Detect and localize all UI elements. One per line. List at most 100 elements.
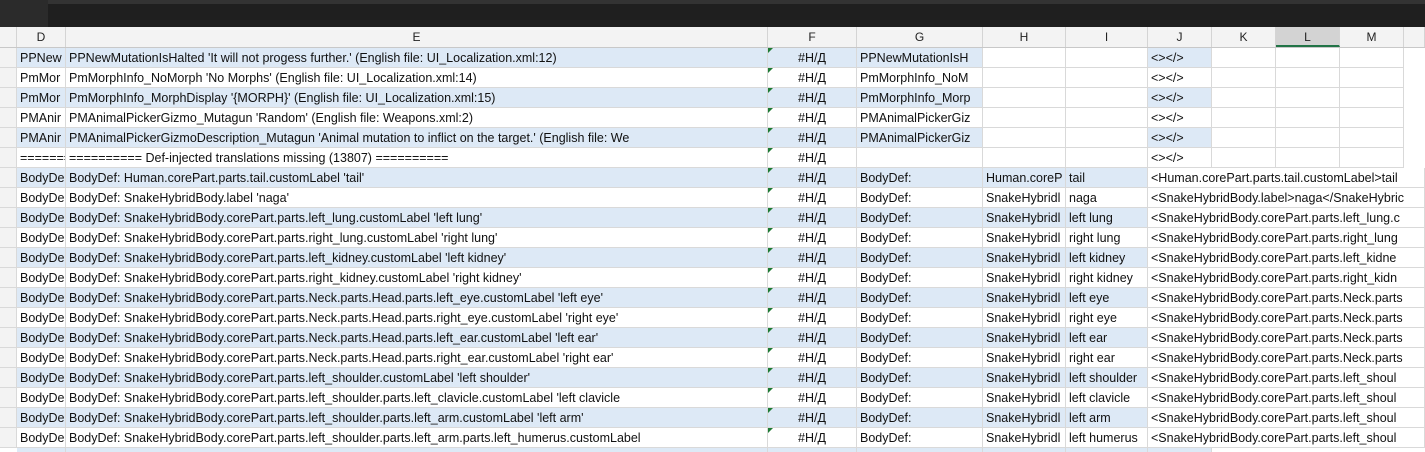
cell-i[interactable]: tail xyxy=(1066,168,1148,188)
cell-j[interactable]: <SnakeHybridBody.corePart.parts.Neck.par… xyxy=(1148,328,1425,348)
cell-g[interactable]: BodyDef: xyxy=(857,168,983,188)
cell-e[interactable]: PmMorphInfo_NoMorph 'No Morphs' (English… xyxy=(66,68,768,88)
cell-g[interactable]: BodyDef: xyxy=(857,348,983,368)
cell-i[interactable]: right lung xyxy=(1066,228,1148,248)
column-header-m[interactable]: M xyxy=(1340,27,1404,47)
row-header[interactable] xyxy=(0,48,17,68)
cell-h[interactable]: SnakeHybridl xyxy=(983,188,1066,208)
row-header[interactable] xyxy=(0,268,17,288)
row-header[interactable] xyxy=(0,228,17,248)
cell-m[interactable] xyxy=(1340,128,1404,148)
cell-g[interactable]: BodyDef: xyxy=(857,208,983,228)
cell-h[interactable] xyxy=(983,108,1066,128)
column-header-j[interactable]: J xyxy=(1148,27,1212,47)
error-indicator-icon[interactable] xyxy=(768,388,773,393)
row-header[interactable] xyxy=(0,248,17,268)
cell-f[interactable]: #Н/Д xyxy=(768,188,857,208)
cell-i[interactable]: naga xyxy=(1066,188,1148,208)
cell-h[interactable]: SnakeHybridl xyxy=(983,368,1066,388)
cell-h[interactable]: SnakeHybridl xyxy=(983,228,1066,248)
row-header[interactable] xyxy=(0,308,17,328)
cell-i[interactable]: right kidney xyxy=(1066,268,1148,288)
column-header-k[interactable]: K xyxy=(1212,27,1276,47)
cell-f[interactable]: #Н/Д xyxy=(768,268,857,288)
error-indicator-icon[interactable] xyxy=(768,268,773,273)
cell-f[interactable]: #Н/Д xyxy=(768,248,857,268)
error-indicator-icon[interactable] xyxy=(768,68,773,73)
cell-m[interactable] xyxy=(1340,148,1404,168)
cell-d[interactable]: BodyDe xyxy=(17,328,66,348)
row-header[interactable] xyxy=(0,428,17,448)
cell-j[interactable]: <SnakeHybridBody.label>naga</SnakeHybric xyxy=(1148,188,1425,208)
cell-g[interactable]: BodyDef: xyxy=(857,308,983,328)
error-indicator-icon[interactable] xyxy=(768,328,773,333)
cell-e[interactable] xyxy=(66,448,768,452)
cell-e[interactable]: PPNewMutationIsHalted 'It will not proge… xyxy=(66,48,768,68)
cell-i[interactable] xyxy=(1066,88,1148,108)
error-indicator-icon[interactable] xyxy=(768,108,773,113)
cell-i[interactable] xyxy=(1066,128,1148,148)
row-header[interactable] xyxy=(0,68,17,88)
cell-e[interactable]: BodyDef: SnakeHybridBody.corePart.parts.… xyxy=(66,268,768,288)
cell-f[interactable]: #Н/Д xyxy=(768,428,857,448)
cell-i[interactable]: left humerus xyxy=(1066,428,1148,448)
cell-d[interactable]: BodyDe xyxy=(17,348,66,368)
cell-f[interactable]: #Н/Д xyxy=(768,48,857,68)
cell-h[interactable] xyxy=(983,88,1066,108)
cell-k[interactable] xyxy=(1212,108,1276,128)
cell-g[interactable]: PmMorphInfo_Morp xyxy=(857,88,983,108)
cell-h[interactable]: SnakeHybridl xyxy=(983,288,1066,308)
error-indicator-icon[interactable] xyxy=(768,308,773,313)
row-header[interactable] xyxy=(0,388,17,408)
cell-j[interactable]: <></> xyxy=(1148,88,1212,108)
cell-l[interactable] xyxy=(1276,148,1340,168)
cell-h[interactable] xyxy=(983,448,1066,452)
error-indicator-icon[interactable] xyxy=(768,248,773,253)
cell-j[interactable]: <SnakeHybridBody.corePart.parts.left_kid… xyxy=(1148,248,1425,268)
error-indicator-icon[interactable] xyxy=(768,128,773,133)
cell-i[interactable]: left arm xyxy=(1066,408,1148,428)
error-indicator-icon[interactable] xyxy=(768,368,773,373)
cell-j[interactable]: <SnakeHybridBody.corePart.parts.left_lun… xyxy=(1148,208,1425,228)
cell-h[interactable]: SnakeHybridl xyxy=(983,328,1066,348)
cell-d[interactable]: BodyDe xyxy=(17,388,66,408)
error-indicator-icon[interactable] xyxy=(768,188,773,193)
cell-e[interactable]: BodyDef: SnakeHybridBody.corePart.parts.… xyxy=(66,288,768,308)
cell-h[interactable]: SnakeHybridl xyxy=(983,388,1066,408)
cell-e[interactable]: PMAnimalPickerGizmoDescription_Mutagun '… xyxy=(66,128,768,148)
cell-g[interactable]: PPNewMutationIsH xyxy=(857,48,983,68)
cell-l[interactable] xyxy=(1276,108,1340,128)
cell-g[interactable]: BodyDef: xyxy=(857,288,983,308)
cell-f[interactable]: #Н/Д xyxy=(768,408,857,428)
cell-g[interactable]: BodyDef: xyxy=(857,188,983,208)
column-header-g[interactable]: G xyxy=(857,27,983,47)
cell-d[interactable]: BodyDe xyxy=(17,368,66,388)
cell-i[interactable]: right ear xyxy=(1066,348,1148,368)
cell-h[interactable]: SnakeHybridl xyxy=(983,248,1066,268)
cell-i[interactable]: left eye xyxy=(1066,288,1148,308)
cell-e[interactable]: BodyDef: SnakeHybridBody.corePart.parts.… xyxy=(66,328,768,348)
cell-e[interactable]: BodyDef: SnakeHybridBody.corePart.parts.… xyxy=(66,208,768,228)
cell-i[interactable]: left ear xyxy=(1066,328,1148,348)
cell-d[interactable]: PmMor xyxy=(17,88,66,108)
cell-l[interactable] xyxy=(1276,68,1340,88)
cell-g[interactable]: BodyDef: xyxy=(857,368,983,388)
cell-j[interactable]: <SnakeHybridBody.corePart.parts.left_sho… xyxy=(1148,408,1425,428)
cell-j[interactable]: <SnakeHybridBody.corePart.parts.left_sho… xyxy=(1148,428,1425,448)
cell-d[interactable]: PPNew xyxy=(17,48,66,68)
cell-d[interactable] xyxy=(17,448,66,452)
cell-d[interactable]: BodyDe xyxy=(17,188,66,208)
cell-e[interactable]: BodyDef: SnakeHybridBody.corePart.parts.… xyxy=(66,348,768,368)
error-indicator-icon[interactable] xyxy=(768,288,773,293)
cell-g[interactable] xyxy=(857,148,983,168)
cell-d[interactable]: PMAnir xyxy=(17,108,66,128)
cell-m[interactable] xyxy=(1340,88,1404,108)
cell-j[interactable] xyxy=(1148,448,1212,452)
cell-g[interactable]: BodyDef: xyxy=(857,428,983,448)
row-header[interactable] xyxy=(0,108,17,128)
cell-e[interactable]: BodyDef: SnakeHybridBody.corePart.parts.… xyxy=(66,388,768,408)
cell-f[interactable]: #Н/Д xyxy=(768,388,857,408)
cell-e[interactable]: BodyDef: SnakeHybridBody.corePart.parts.… xyxy=(66,228,768,248)
cell-e[interactable]: BodyDef: SnakeHybridBody.corePart.parts.… xyxy=(66,248,768,268)
cell-i[interactable] xyxy=(1066,448,1148,452)
